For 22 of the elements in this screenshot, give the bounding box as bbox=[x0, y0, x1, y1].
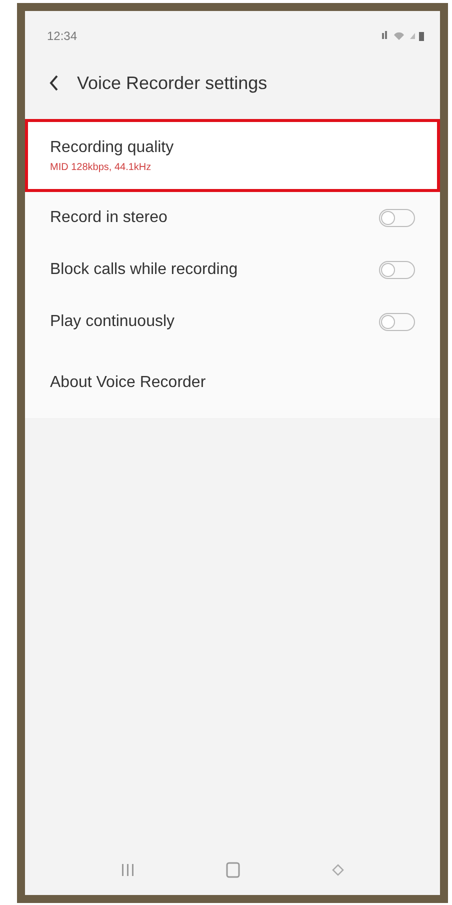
toggle-switch[interactable] bbox=[379, 313, 415, 331]
recents-icon bbox=[120, 863, 135, 877]
settings-row[interactable]: Play continuously bbox=[25, 296, 440, 348]
settings-row[interactable]: Recording quality MID 128kbps, 44.1kHz bbox=[25, 119, 440, 192]
home-icon bbox=[226, 862, 240, 878]
toggle-switch[interactable] bbox=[379, 261, 415, 279]
setting-value: MID 128kbps, 44.1kHz bbox=[50, 162, 152, 172]
settings-row[interactable]: Block calls while recording bbox=[25, 244, 440, 296]
status-time: 12:34 bbox=[47, 29, 78, 43]
page-title: Voice Recorder settings bbox=[77, 72, 268, 94]
status-icons bbox=[382, 31, 424, 41]
setting-label: Recording quality bbox=[50, 138, 174, 156]
settings-row[interactable]: About Voice Recorder bbox=[25, 348, 440, 418]
setting-label: About Voice Recorder bbox=[50, 374, 206, 392]
settings-row[interactable]: Record in stereo bbox=[25, 192, 440, 244]
back-icon bbox=[49, 75, 59, 91]
setting-label: Play continuously bbox=[50, 313, 175, 331]
toggle-switch[interactable] bbox=[379, 209, 415, 227]
setting-label: Block calls while recording bbox=[50, 261, 238, 279]
diamond-icon bbox=[332, 864, 344, 876]
setting-label: Record in stereo bbox=[50, 209, 168, 227]
back-button[interactable] bbox=[49, 75, 59, 91]
